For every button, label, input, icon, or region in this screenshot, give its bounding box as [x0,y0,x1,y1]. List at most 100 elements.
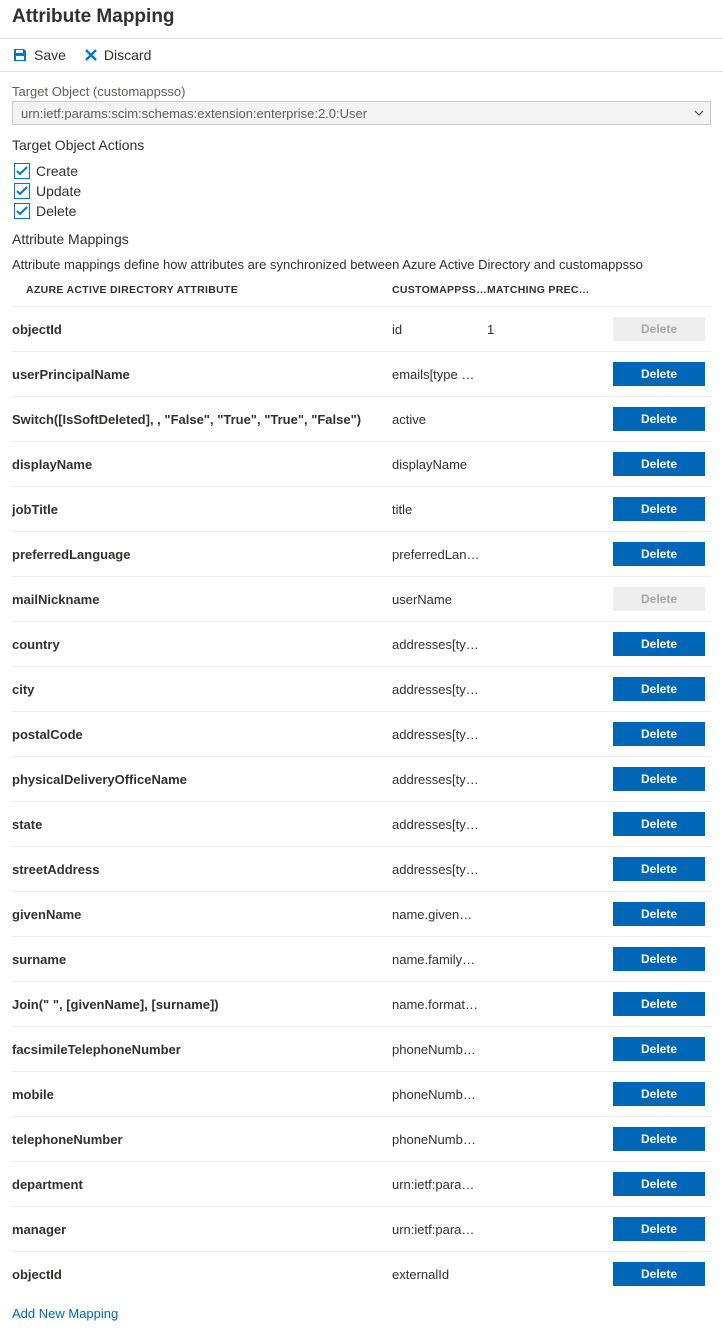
cell-azure: givenName [12,892,392,937]
cell-azure: userPrincipalName [12,352,392,397]
cell-matching [487,487,611,532]
delete-button[interactable]: Delete [613,1127,705,1151]
table-row[interactable]: jobTitle title Delete [12,487,711,532]
table-row[interactable]: objectId externalId Delete [12,1252,711,1297]
save-icon [12,47,28,63]
table-row[interactable]: facsimileTelephoneNumber phoneNumbers[t…… [12,1027,711,1072]
table-row[interactable]: state addresses[type e… Delete [12,802,711,847]
delete-button[interactable]: Delete [613,542,705,566]
checkbox-row[interactable]: Update [14,183,711,199]
cell-custom: name.givenName [392,892,487,937]
cell-matching [487,1072,611,1117]
cell-azure: state [12,802,392,847]
table-row[interactable]: streetAddress addresses[type e… Delete [12,847,711,892]
delete-button[interactable]: Delete [613,1217,705,1241]
cell-matching [487,982,611,1027]
cell-azure: mobile [12,1072,392,1117]
table-row[interactable]: Switch([IsSoftDeleted], , "False", "True… [12,397,711,442]
table-row[interactable]: postalCode addresses[type e… Delete [12,712,711,757]
cell-azure: mailNickname [12,577,392,622]
cell-custom: addresses[type e… [392,757,487,802]
cell-azure: postalCode [12,712,392,757]
cell-azure: displayName [12,442,392,487]
discard-button[interactable]: Discard [84,47,151,63]
cell-azure: jobTitle [12,487,392,532]
checkbox-row[interactable]: Delete [14,203,711,219]
cell-custom: phoneNumbers[t… [392,1027,487,1072]
save-button[interactable]: Save [12,47,66,63]
cell-azure: preferredLanguage [12,532,392,577]
cell-custom: userName [392,577,487,622]
add-new-mapping-link[interactable]: Add New Mapping [0,1296,130,1335]
cell-custom: phoneNumbers[t… [392,1117,487,1162]
table-row[interactable]: displayName displayName Delete [12,442,711,487]
table-row[interactable]: preferredLanguage preferredLanguage Dele… [12,532,711,577]
delete-button[interactable]: Delete [613,677,705,701]
delete-button[interactable]: Delete [613,812,705,836]
delete-button[interactable]: Delete [613,1037,705,1061]
delete-button[interactable]: Delete [613,767,705,791]
delete-button[interactable]: Delete [613,362,705,386]
cell-azure: Switch([IsSoftDeleted], , "False", "True… [12,397,392,442]
table-row[interactable]: objectId id 1 Delete [12,307,711,352]
table-row[interactable]: city addresses[type e… Delete [12,667,711,712]
delete-button[interactable]: Delete [613,497,705,521]
delete-button[interactable]: Delete [613,902,705,926]
cell-custom: preferredLanguage [392,532,487,577]
table-row[interactable]: physicalDeliveryOfficeName addresses[typ… [12,757,711,802]
mappings-title: Attribute Mappings [12,231,711,247]
delete-button[interactable]: Delete [613,1262,705,1286]
cell-custom: title [392,487,487,532]
table-row[interactable]: telephoneNumber phoneNumbers[t… Delete [12,1117,711,1162]
delete-button[interactable]: Delete [613,1082,705,1106]
delete-button[interactable]: Delete [613,452,705,476]
table-row[interactable]: Join(" ", [givenName], [surname]) name.f… [12,982,711,1027]
table-row[interactable]: department urn:ietf:params:sci… Delete [12,1162,711,1207]
table-row[interactable]: mobile phoneNumbers[t… Delete [12,1072,711,1117]
cell-azure: Join(" ", [givenName], [surname]) [12,982,392,1027]
delete-button[interactable]: Delete [613,857,705,881]
cell-azure: manager [12,1207,392,1252]
cell-matching [487,622,611,667]
cell-custom: active [392,397,487,442]
table-row[interactable]: givenName name.givenName Delete [12,892,711,937]
discard-label: Discard [104,47,151,63]
cell-azure: surname [12,937,392,982]
checkbox-row[interactable]: Create [14,163,711,179]
table-row[interactable]: country addresses[type e… Delete [12,622,711,667]
cell-matching [487,1252,611,1297]
delete-button[interactable]: Delete [613,1172,705,1196]
cell-custom: externalId [392,1252,487,1297]
delete-button[interactable]: Delete [613,407,705,431]
checkbox-label: Update [36,183,81,199]
cell-azure: country [12,622,392,667]
toolbar: Save Discard [0,38,723,72]
delete-button[interactable]: Delete [613,722,705,746]
checkbox-label: Delete [36,203,76,219]
cell-custom: urn:ietf:params:sci… [392,1162,487,1207]
table-row[interactable]: manager urn:ietf:params:sci… Delete [12,1207,711,1252]
cell-matching [487,577,611,622]
cell-matching [487,667,611,712]
page-title: Attribute Mapping [12,6,711,28]
cell-matching [487,847,611,892]
table-row[interactable]: surname name.familyName Delete [12,937,711,982]
cell-azure: telephoneNumber [12,1117,392,1162]
cell-azure: department [12,1162,392,1207]
cell-matching [487,712,611,757]
table-row[interactable]: mailNickname userName Delete [12,577,711,622]
delete-button[interactable]: Delete [613,947,705,971]
cell-custom: addresses[type e… [392,847,487,892]
target-object-select[interactable]: urn:ietf:params:scim:schemas:extension:e… [12,101,711,125]
save-label: Save [34,47,66,63]
cell-matching [487,1117,611,1162]
delete-button[interactable]: Delete [613,992,705,1016]
col-matching: MATCHING PREC… [487,278,611,307]
delete-button[interactable]: Delete [613,632,705,656]
cell-custom: emails[type eq "w… [392,352,487,397]
table-row[interactable]: userPrincipalName emails[type eq "w… Del… [12,352,711,397]
cell-custom: displayName [392,442,487,487]
cell-matching [487,937,611,982]
cell-custom: addresses[type e… [392,667,487,712]
checkbox-label: Create [36,163,78,179]
